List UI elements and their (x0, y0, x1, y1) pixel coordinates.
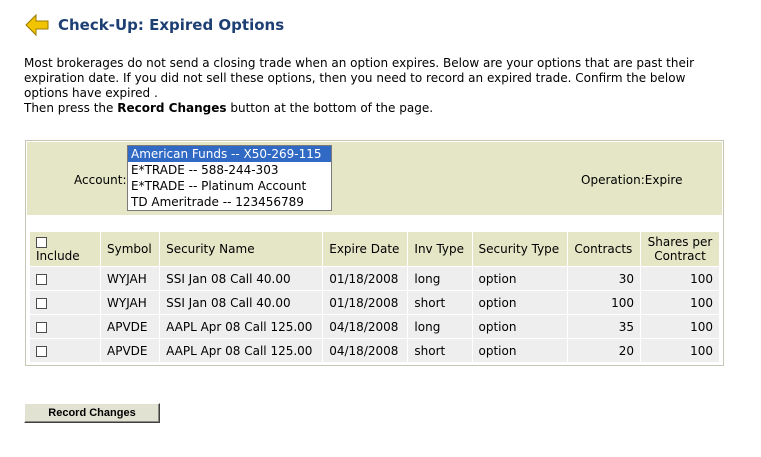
include-checkbox[interactable] (36, 321, 47, 333)
col-expire-date: Expire Date (322, 231, 409, 267)
intro-prefix: Then press the (24, 101, 118, 115)
cell-contracts: 100 (567, 290, 641, 315)
page-header: Check-Up: Expired Options (24, 10, 284, 40)
cell-expire-date: 01/18/2008 (322, 290, 409, 315)
expired-options-table: Include Symbol Security Name Expire Date… (29, 231, 720, 363)
account-option[interactable]: E*TRADE -- 588-244-303 (128, 162, 331, 178)
cell-security-name: SSI Jan 08 Call 40.00 (159, 290, 324, 315)
cell-expire-date: 04/18/2008 (322, 338, 409, 363)
col-include: Include (29, 231, 101, 267)
table-row: APVDE AAPL Apr 08 Call 125.00 04/18/2008 sh… (29, 338, 720, 363)
cell-security-name: SSI Jan 08 Call 40.00 (159, 266, 324, 291)
account-option[interactable]: American Funds -- X50-269-115 (128, 146, 331, 162)
include-all-checkbox[interactable] (36, 237, 47, 248)
cell-symbol: APVDE (99, 338, 161, 363)
operation-label-text: Operation: (581, 173, 645, 187)
account-listbox[interactable]: American Funds -- X50-269-115 E*TRADE -- … (127, 145, 332, 211)
record-changes-button[interactable]: Record Changes (24, 403, 160, 423)
cell-inv-type: short (407, 290, 473, 315)
cell-inv-type: short (407, 338, 473, 363)
include-checkbox[interactable] (36, 273, 47, 285)
col-shares-per-contract: Shares per Contract (640, 231, 720, 267)
cell-shares-per-contract: 100 (640, 266, 720, 291)
table-row: APVDE AAPL Apr 08 Call 125.00 04/18/2008 lo… (29, 314, 720, 339)
include-cell (29, 338, 101, 363)
include-checkbox[interactable] (36, 345, 47, 357)
cell-symbol: APVDE (99, 314, 161, 339)
table-row: WYJAH SSI Jan 08 Call 40.00 01/18/2008 long… (29, 266, 720, 291)
table-header-row: Include Symbol Security Name Expire Date… (29, 231, 720, 267)
intro-paragraph: Most brokerages do not send a closing tr… (24, 56, 695, 100)
account-option[interactable]: TD Ameritrade -- 123456789 (128, 194, 331, 210)
cell-contracts: 20 (567, 338, 641, 363)
cell-security-type: option (471, 338, 569, 363)
intro-record-changes: Record Changes (117, 101, 227, 115)
col-symbol: Symbol (99, 231, 161, 267)
include-cell (29, 290, 101, 315)
cell-shares-per-contract: 100 (640, 290, 720, 315)
cell-expire-date: 04/18/2008 (322, 314, 409, 339)
col-contracts: Contracts (567, 231, 641, 267)
cell-contracts: 30 (567, 266, 641, 291)
account-label: Account: (74, 173, 127, 187)
cell-security-type: option (471, 290, 569, 315)
intro-suffix: button at the bottom of the page. (226, 101, 434, 115)
cell-security-type: option (471, 314, 569, 339)
cell-contracts: 35 (567, 314, 641, 339)
cell-symbol: WYJAH (99, 290, 161, 315)
col-security-name: Security Name (159, 231, 324, 267)
operation-value: Expire (644, 173, 683, 187)
intro-instruction: Then press the Record Changes button at … (24, 101, 724, 116)
table-row: WYJAH SSI Jan 08 Call 40.00 01/18/2008 shor… (29, 290, 720, 315)
include-cell (29, 266, 101, 291)
cell-inv-type: long (407, 266, 473, 291)
account-option[interactable]: E*TRADE -- Platinum Account (128, 178, 331, 194)
col-security-type: Security Type (471, 231, 569, 267)
intro-text: Most brokerages do not send a closing tr… (24, 56, 724, 116)
cell-symbol: WYJAH (99, 266, 161, 291)
cell-shares-per-contract: 100 (640, 314, 720, 339)
cell-expire-date: 01/18/2008 (322, 266, 409, 291)
operation-label: Operation:Expire (581, 173, 682, 187)
col-include-label: Include (36, 249, 80, 263)
back-arrow-icon[interactable] (24, 13, 50, 37)
options-panel: Account: American Funds -- X50-269-115 E*… (25, 140, 724, 366)
page-title: Check-Up: Expired Options (58, 16, 285, 34)
col-inv-type: Inv Type (407, 231, 473, 267)
cell-inv-type: long (407, 314, 473, 339)
include-checkbox[interactable] (36, 297, 47, 309)
cell-security-name: AAPL Apr 08 Call 125.00 (159, 314, 324, 339)
cell-security-name: AAPL Apr 08 Call 125.00 (159, 338, 324, 363)
account-band: Account: American Funds -- X50-269-115 E*… (27, 142, 722, 215)
include-cell (29, 314, 101, 339)
cell-security-type: option (471, 266, 569, 291)
cell-shares-per-contract: 100 (640, 338, 720, 363)
